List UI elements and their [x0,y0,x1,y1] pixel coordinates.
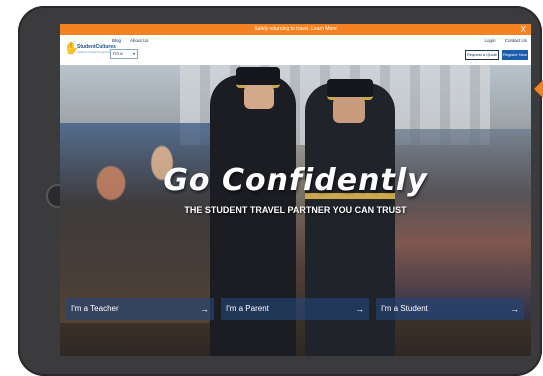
register-now-button[interactable]: Register Now [502,50,528,60]
audience-select[interactable]: I'm a ▾ [110,49,138,59]
cta-student[interactable]: I'm a Student → [376,298,524,320]
contact-us-link[interactable]: Contact Us [505,38,527,43]
chevron-down-icon: ▾ [132,51,135,56]
cta-parent[interactable]: I'm a Parent → [221,298,369,320]
close-icon[interactable]: X [521,24,526,35]
main-nav: Blog About Us [112,38,157,43]
hero-title: Go Confidently [163,163,428,198]
hero-section: Go Confidently THE STUDENT TRAVEL PARTNE… [60,65,531,356]
guard-face [333,97,365,123]
announcement-banner[interactable]: Safely returning to travel. Learn More X [60,24,531,35]
request-quote-button[interactable]: Request a Quote [465,50,499,60]
audience-select-value: I'm a [113,51,123,56]
cta-teacher-label: I'm a Teacher [71,304,119,313]
browser-screen: Safely returning to travel. Learn More X… [60,24,531,356]
hero-subtitle: THE STUDENT TRAVEL PARTNER YOU CAN TRUST [184,205,407,215]
arrow-right-icon: → [200,304,209,314]
site-header: ✋ StudentCultures Student Travel Program… [60,35,531,65]
logo[interactable]: ✋ StudentCultures Student Travel Program… [64,40,116,58]
nav-blog[interactable]: Blog [112,38,121,43]
arrow-right-icon: → [510,304,519,314]
hero-crowd-left [60,123,230,323]
arrow-right-icon: → [355,304,364,314]
utility-links: Login Contact Us [476,38,527,43]
login-link[interactable]: Login [484,38,495,43]
cta-teacher[interactable]: I'm a Teacher → [66,298,214,320]
cta-student-label: I'm a Student [381,304,428,313]
hero-crowd-right [395,129,531,319]
nav-about-us[interactable]: About Us [130,38,149,43]
cta-parent-label: I'm a Parent [226,304,269,313]
banner-text[interactable]: Safely returning to travel. Learn More [254,26,337,32]
guard-face [244,85,274,109]
logo-tagline: Student Travel Programs [77,50,111,54]
